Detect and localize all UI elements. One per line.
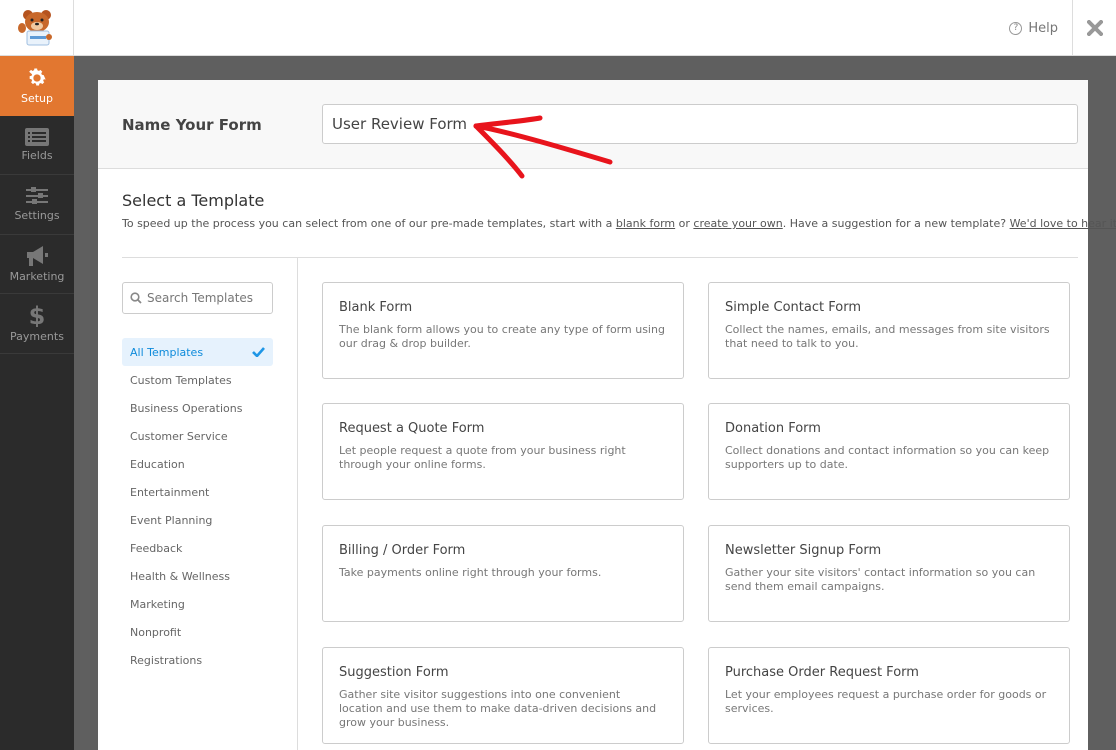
template-description: Take payments online right through your … [339,566,602,579]
sidebar-item-label: Payments [10,330,64,344]
template-title: Newsletter Signup Form [725,543,882,558]
sidebar-item-payments[interactable]: $ Payments [0,294,74,354]
sidebar-item-label: Fields [21,148,53,162]
template-card-purchase-order-request[interactable]: Purchase Order Request Form Let your emp… [708,647,1070,744]
dollar-icon: $ [29,303,45,327]
category-label: Custom Templates [130,373,232,387]
help-button[interactable]: ? Help [1009,0,1058,56]
search-icon [130,292,142,304]
template-title: Billing / Order Form [339,543,466,558]
gear-icon [29,68,46,86]
template-description: Let people request a quote from your bus… [339,444,626,471]
sidebar-item-label: Marketing [9,269,65,283]
sliders-icon [26,187,48,205]
category-all-templates[interactable]: All Templates [122,338,273,366]
category-label: Registrations [130,653,203,667]
sidebar-item-label: Settings [14,209,60,223]
template-title: Suggestion Form [339,665,449,680]
category-label: Health & Wellness [130,569,231,583]
category-feedback[interactable]: Feedback [122,534,273,562]
category-event-planning[interactable]: Event Planning [122,506,273,534]
category-health-wellness[interactable]: Health & Wellness [122,562,273,590]
close-icon [1086,20,1103,36]
blank-form-link[interactable]: blank form [616,217,675,230]
megaphone-icon [27,245,48,266]
template-card-billing-order-form[interactable]: Billing / Order Form Take payments onlin… [322,525,684,622]
category-customer-service[interactable]: Customer Service [122,422,273,450]
category-label: Feedback [130,541,183,555]
wpforms-bear-logo-icon [17,10,52,46]
search-templates-input[interactable] [147,291,267,305]
section-divider [122,257,1078,258]
help-label: Help [1028,20,1058,36]
category-label: Marketing [130,597,185,611]
template-card-blank-form[interactable]: Blank Form The blank form allows you to … [322,282,684,379]
template-title: Simple Contact Form [725,300,861,315]
svg-text:$: $ [29,303,45,327]
search-templates-field[interactable] [122,282,273,314]
close-button[interactable] [1072,0,1116,56]
column-divider [297,258,298,750]
template-title: Blank Form [339,300,413,315]
category-nonprofit[interactable]: Nonprofit [122,618,273,646]
template-description: Gather your site visitors' contact infor… [725,566,1036,593]
create-your-own-link[interactable]: create your own [693,217,782,230]
sidebar-item-settings[interactable]: Settings [0,175,74,235]
form-name-label: Name Your Form [122,116,262,134]
category-label: Event Planning [130,513,213,527]
suggest-template-link[interactable]: We'd love to hear it [1010,217,1116,230]
category-business-operations[interactable]: Business Operations [122,394,273,422]
sidebar-item-fields[interactable]: Fields [0,116,74,175]
template-card-newsletter-signup[interactable]: Newsletter Signup Form Gather your site … [708,525,1070,622]
setup-panel: Name Your Form Select a Template To spee… [98,80,1116,750]
template-description: Gather site visitor suggestions into one… [339,688,657,729]
category-registrations[interactable]: Registrations [122,646,273,674]
sidebar-item-marketing[interactable]: Marketing [0,235,74,294]
category-marketing[interactable]: Marketing [122,590,273,618]
template-description: Collect donations and contact informatio… [725,444,1050,471]
builder-sidebar: Setup Fields Settings Marketing $ Paymen… [0,56,74,750]
template-card-donation-form[interactable]: Donation Form Collect donations and cont… [708,403,1070,500]
template-title: Request a Quote Form [339,421,485,436]
category-label: Customer Service [130,429,228,443]
template-description: Collect the names, emails, and messages … [725,323,1050,350]
sidebar-item-setup[interactable]: Setup [0,56,74,116]
category-label: Entertainment [130,485,210,499]
template-title: Purchase Order Request Form [725,665,919,680]
description-text: To speed up the process you can select f… [122,217,616,230]
checkmark-icon [252,347,265,357]
template-description: Let your employees request a purchase or… [725,688,1047,715]
category-education[interactable]: Education [122,450,273,478]
form-name-input[interactable] [322,104,1078,144]
top-bar: ? Help [0,0,1116,56]
template-card-suggestion-form[interactable]: Suggestion Form Gather site visitor sugg… [322,647,684,744]
template-description: The blank form allows you to create any … [339,323,665,350]
template-card-request-a-quote[interactable]: Request a Quote Form Let people request … [322,403,684,500]
category-label: Education [130,457,185,471]
category-label: All Templates [130,345,204,359]
sidebar-item-label: Setup [20,91,54,105]
section-description: To speed up the process you can select f… [122,217,1116,230]
template-card-simple-contact-form[interactable]: Simple Contact Form Collect the names, e… [708,282,1070,379]
description-text: or [675,217,694,230]
list-icon [25,127,49,146]
form-name-row: Name Your Form [98,80,1088,169]
category-label: Nonprofit [130,625,182,639]
logo [0,0,74,56]
section-title: Select a Template [122,191,265,210]
question-circle-icon: ? [1009,21,1023,35]
category-entertainment[interactable]: Entertainment [122,478,273,506]
template-categories: All Templates Custom Templates Business … [122,338,273,674]
template-title: Donation Form [725,421,821,436]
category-custom-templates[interactable]: Custom Templates [122,366,273,394]
category-label: Business Operations [130,401,243,415]
description-text: . Have a suggestion for a new template? [782,217,1010,230]
